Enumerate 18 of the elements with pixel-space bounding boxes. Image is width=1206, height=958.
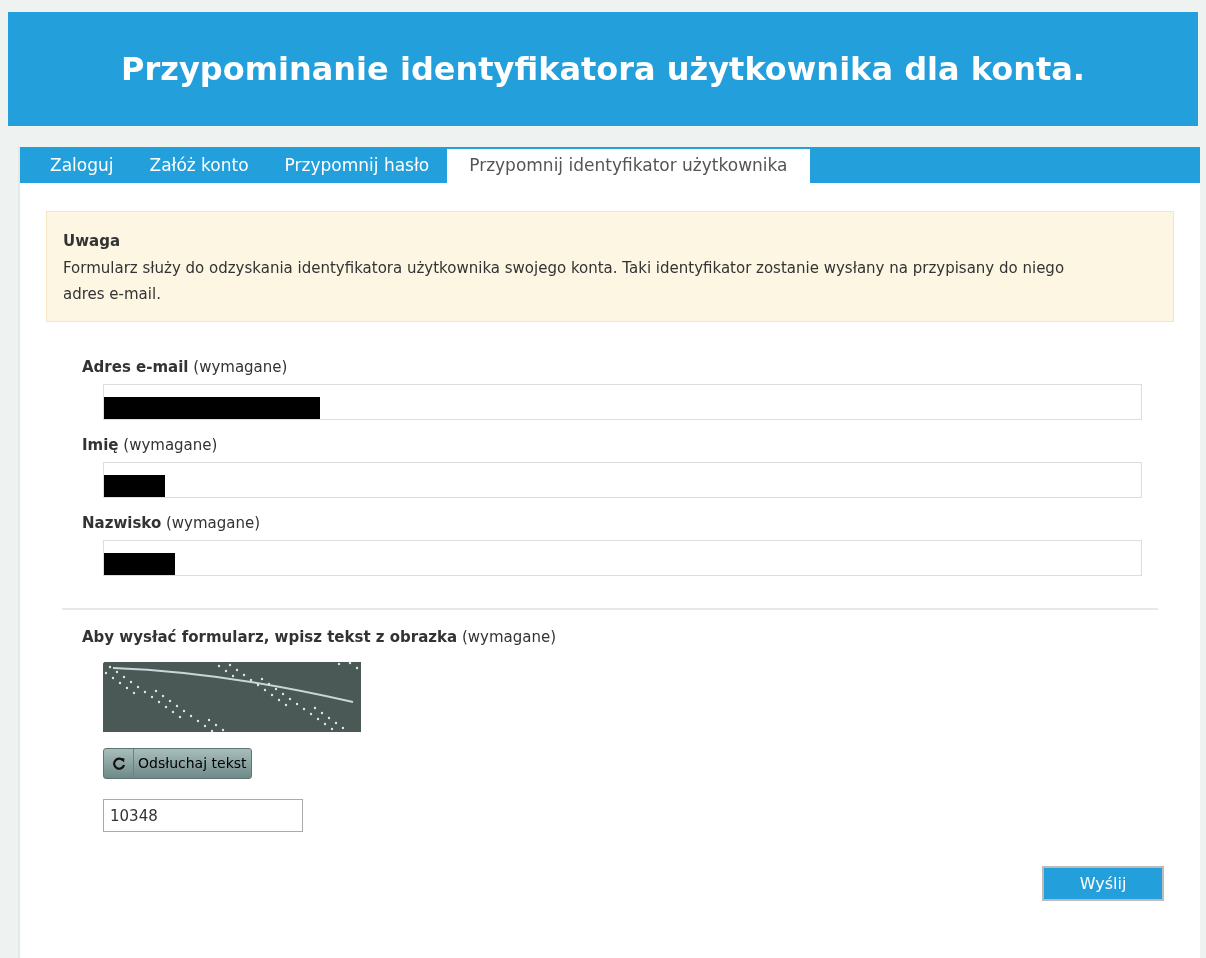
input-field[interactable] — [103, 461, 1142, 498]
captcha-input[interactable]: 10348 — [103, 799, 303, 832]
field-label: Adres e-mail (wymagane) — [82, 356, 289, 378]
field-label: Imię (wymagane) — [82, 434, 219, 456]
refresh-icon — [111, 756, 126, 771]
page-title: Przypominanie identyfikatora użytkownika dla konta. — [121, 49, 1085, 90]
notice-text: Formularz służy do odzyskania identyfikatora użytkownika swojego konta. Taki identyfikator zostanie wysłany na przypisany do niego adres e-mail. — [63, 257, 1066, 305]
tab[interactable]: Załóż konto — [131, 149, 267, 183]
captcha-label: Aby wysłać formularz, wpisz tekst z obrazka (wymagane) — [82, 626, 558, 648]
submit-button[interactable]: Wyślij — [1042, 866, 1164, 901]
field-label: Nazwisko (wymagane) — [82, 512, 262, 534]
tab[interactable]: Zaloguj — [32, 149, 132, 183]
tab[interactable]: Przypomnij identyfikator użytkownika — [447, 149, 810, 183]
tab[interactable]: Przypomnij hasło — [266, 149, 448, 183]
listen-button[interactable]: Odsłuchaj tekst — [103, 748, 252, 779]
input-field[interactable] — [103, 539, 1142, 576]
input-field[interactable] — [103, 383, 1142, 420]
notice-title: Uwaga — [63, 231, 122, 252]
